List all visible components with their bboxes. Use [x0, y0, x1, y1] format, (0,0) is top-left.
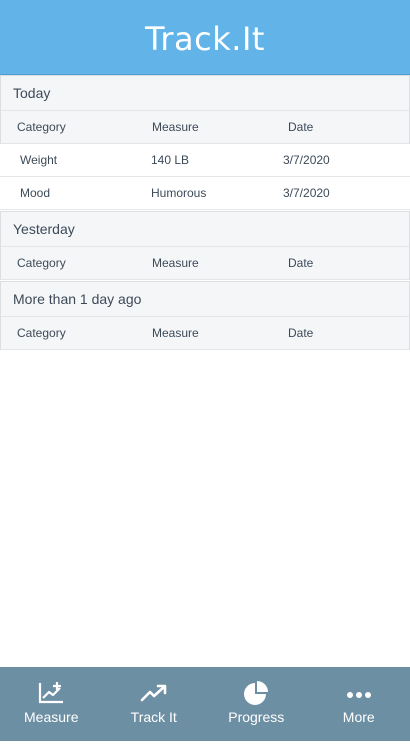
table-header-row: Category Measure Date [0, 317, 410, 350]
section-title: More than 1 day ago [13, 291, 142, 307]
cell-date: 3/7/2020 [283, 186, 330, 200]
cell-category: Weight [20, 153, 58, 167]
tab-progress[interactable]: Progress [205, 667, 308, 741]
section-header-yesterday: Yesterday [0, 211, 410, 247]
pie-chart-icon [242, 681, 270, 705]
app-header: Track.It [0, 0, 410, 75]
column-header-date: Date [288, 120, 314, 134]
cell-date: 3/7/2020 [283, 153, 330, 167]
tab-label: Progress [228, 709, 285, 725]
column-header-measure: Measure [152, 256, 199, 270]
column-header-date: Date [288, 256, 314, 270]
column-header-category: Category [17, 120, 66, 134]
column-header-category: Category [17, 326, 66, 340]
table-header-row: Category Measure Date [0, 247, 410, 280]
section-today: Today Category Measure Date Weight 140 L… [0, 75, 410, 210]
section-title: Today [13, 85, 51, 101]
table-row[interactable]: Weight 140 LB 3/7/2020 [0, 144, 410, 177]
cell-category: Mood [20, 186, 51, 200]
column-header-measure: Measure [152, 326, 199, 340]
tab-label: More [342, 709, 375, 725]
tab-label: Track It [130, 709, 177, 725]
tab-more[interactable]: More [308, 667, 410, 741]
more-dots-icon [345, 681, 373, 705]
section-header-older: More than 1 day ago [0, 281, 410, 317]
app-root: Track.It Today Category Measure Date Wei… [0, 0, 410, 749]
cell-measure: Humorous [151, 186, 207, 200]
bottom-tab-bar: Measure Track It Progress More [0, 667, 410, 741]
trend-up-icon [140, 681, 168, 705]
table-header-row: Category Measure Date [0, 111, 410, 144]
tab-label: Measure [24, 709, 79, 725]
tab-track-it[interactable]: Track It [103, 667, 206, 741]
app-title: Track.It [145, 20, 265, 58]
section-yesterday: Yesterday Category Measure Date [0, 211, 410, 280]
section-header-today: Today [0, 75, 410, 111]
tab-measure[interactable]: Measure [0, 667, 103, 741]
section-older: More than 1 day ago Category Measure Dat… [0, 281, 410, 350]
section-title: Yesterday [13, 221, 75, 237]
column-header-category: Category [17, 256, 66, 270]
column-header-date: Date [288, 326, 314, 340]
table-row[interactable]: Mood Humorous 3/7/2020 [0, 177, 410, 210]
chart-plus-icon [37, 681, 65, 705]
cell-measure: 140 LB [151, 153, 190, 167]
column-header-measure: Measure [152, 120, 199, 134]
